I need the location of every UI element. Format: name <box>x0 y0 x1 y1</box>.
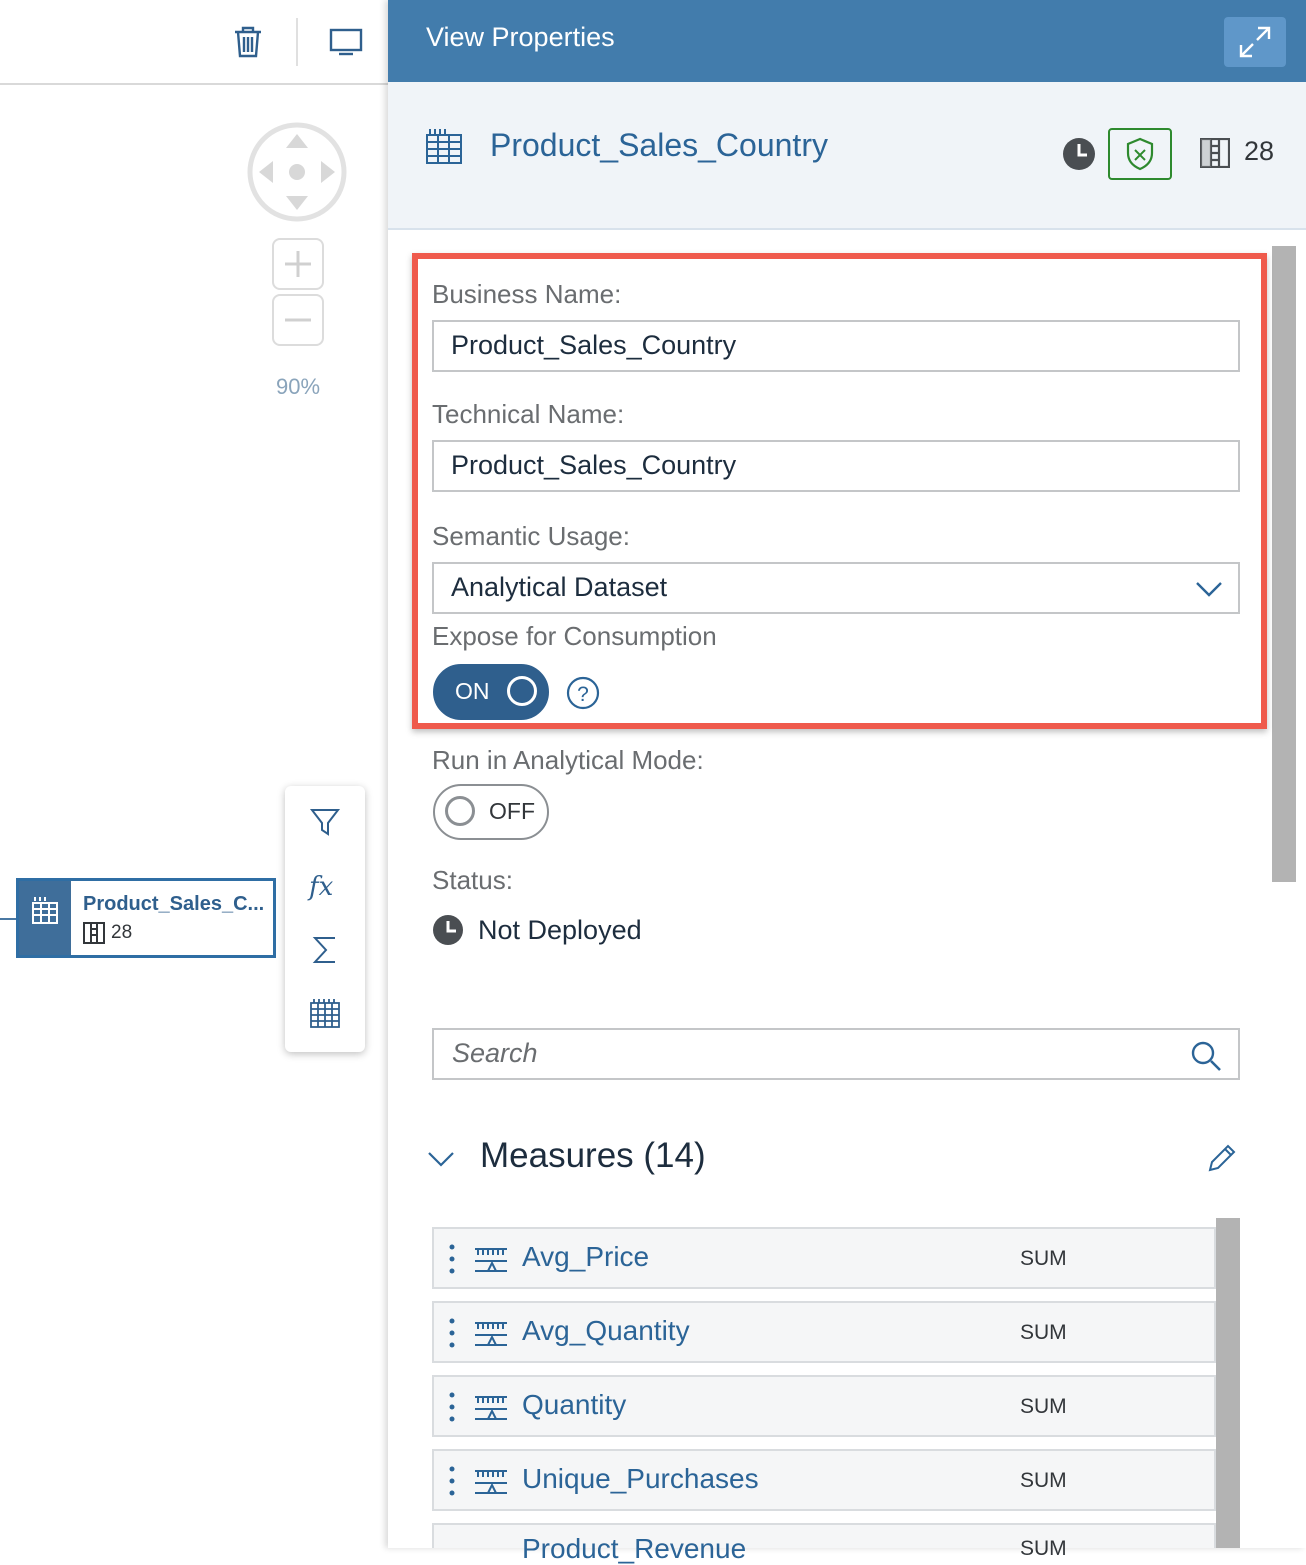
diagram-canvas: 90% Product_Sales_C... 28 fx <box>0 0 388 1548</box>
node-body: Product_Sales_C... 28 <box>71 881 273 955</box>
columns-icon <box>1199 137 1231 173</box>
object-name: Product_Sales_Country <box>490 127 828 163</box>
zoom-level: 90% <box>275 374 321 399</box>
analytical-mode-label: Run in Analytical Mode: <box>432 745 704 775</box>
calculated-column-icon[interactable]: fx <box>303 864 347 908</box>
pan-navigation-icon[interactable] <box>247 122 347 222</box>
svg-text:?: ? <box>577 683 589 706</box>
node-meta: 28 <box>83 922 271 944</box>
view-properties-panel: View Properties Product_Sales_Country 28… <box>388 0 1306 1564</box>
validation-button[interactable] <box>1108 128 1172 180</box>
expand-button[interactable] <box>1224 17 1286 67</box>
measure-icon <box>475 1322 507 1346</box>
chevron-down-icon <box>1196 582 1222 597</box>
semantic-usage-select[interactable]: Analytical Dataset <box>432 562 1240 614</box>
node-tools-popover: fx <box>285 786 365 1052</box>
panel-header: View Properties <box>388 0 1306 82</box>
business-name-label: Business Name: <box>432 279 622 309</box>
panel-title: View Properties <box>426 22 615 52</box>
measure-aggregation: SUM <box>1020 1321 1067 1344</box>
measure-name: Unique_Purchases <box>522 1463 759 1494</box>
technical-name-field[interactable]: Product_Sales_Country <box>432 440 1240 492</box>
monitor-icon[interactable] <box>326 22 366 62</box>
technical-name-label: Technical Name: <box>432 399 625 429</box>
toggle-knob <box>507 676 537 706</box>
shield-check-icon <box>1126 137 1154 171</box>
edit-pencil-icon[interactable] <box>1206 1142 1238 1174</box>
expose-consumption-label: Expose for Consumption <box>432 621 717 651</box>
measure-aggregation: SUM <box>1020 1537 1067 1560</box>
clock-icon <box>1062 137 1096 176</box>
list-item[interactable]: Unique_Purchases SUM <box>432 1449 1216 1511</box>
expose-consumption-toggle[interactable]: ON <box>433 664 549 720</box>
toggle-state-label: OFF <box>489 798 535 824</box>
measure-aggregation: SUM <box>1020 1395 1067 1418</box>
measure-name: Product_Revenue <box>522 1533 747 1564</box>
help-icon[interactable]: ? <box>566 676 600 715</box>
toolbar-separator <box>296 18 298 66</box>
list-item[interactable]: Quantity SUM <box>432 1375 1216 1437</box>
object-header: Product_Sales_Country 28 <box>388 82 1306 230</box>
status-label: Status: <box>432 865 513 895</box>
measure-icon <box>475 1470 507 1494</box>
measures-list-scrollbar[interactable] <box>1216 1218 1240 1548</box>
plus-icon <box>285 251 311 277</box>
measure-name: Avg_Price <box>522 1241 650 1272</box>
object-column-count: 28 <box>1244 136 1275 166</box>
measure-aggregation: SUM <box>1020 1247 1067 1270</box>
list-item[interactable]: Product_Revenue SUM <box>432 1523 1216 1564</box>
projection-table-icon[interactable] <box>303 992 347 1036</box>
business-name-field[interactable]: Product_Sales_Country <box>432 320 1240 372</box>
table-view-icon <box>424 126 464 171</box>
aggregation-sigma-icon[interactable] <box>303 928 347 972</box>
status-value: Not Deployed <box>478 914 642 945</box>
node-column-count: 28 <box>111 922 133 943</box>
delete-icon[interactable] <box>228 22 268 62</box>
toggle-state-label: ON <box>455 678 490 704</box>
measures-section-title: Measures (14) <box>480 1136 706 1175</box>
semantic-usage-label: Semantic Usage: <box>432 521 630 551</box>
panel-scrollbar[interactable] <box>1272 246 1296 882</box>
filter-icon[interactable] <box>303 800 347 844</box>
zoom-out-button[interactable] <box>272 294 324 346</box>
list-item[interactable]: Avg_Price SUM <box>432 1227 1216 1289</box>
measure-icon <box>475 1396 507 1420</box>
list-item[interactable]: Avg_Quantity SUM <box>432 1301 1216 1363</box>
measure-name: Avg_Quantity <box>522 1315 690 1346</box>
semantic-usage-value: Analytical Dataset <box>451 572 668 602</box>
zoom-in-button[interactable] <box>272 238 324 290</box>
drag-handle-icon[interactable] <box>448 1391 456 1423</box>
search-placeholder: Search <box>452 1038 538 1068</box>
columns-icon <box>83 922 105 944</box>
canvas-toolbar <box>0 0 388 85</box>
clock-icon <box>433 915 463 945</box>
measure-aggregation: SUM <box>1020 1469 1067 1492</box>
node-name: Product_Sales_C... <box>83 893 265 915</box>
status-row: Not Deployed <box>432 914 642 946</box>
analytical-mode-toggle[interactable]: OFF <box>433 784 549 840</box>
drag-handle-icon[interactable] <box>448 1465 456 1497</box>
table-view-icon <box>32 897 58 924</box>
search-input[interactable]: Search <box>432 1028 1240 1080</box>
chevron-down-icon[interactable] <box>426 1144 456 1174</box>
search-icon[interactable] <box>1190 1040 1222 1072</box>
expand-icon <box>1239 26 1271 58</box>
measure-name: Quantity <box>522 1389 627 1420</box>
toggle-knob <box>445 796 475 826</box>
minus-icon <box>285 318 311 322</box>
svg-text:fx: fx <box>307 872 334 902</box>
drag-handle-icon[interactable] <box>448 1317 456 1349</box>
node-icon-box <box>19 881 71 955</box>
drag-handle-icon[interactable] <box>448 1243 456 1275</box>
view-node[interactable]: Product_Sales_C... 28 <box>16 878 276 958</box>
measure-icon <box>475 1248 507 1272</box>
